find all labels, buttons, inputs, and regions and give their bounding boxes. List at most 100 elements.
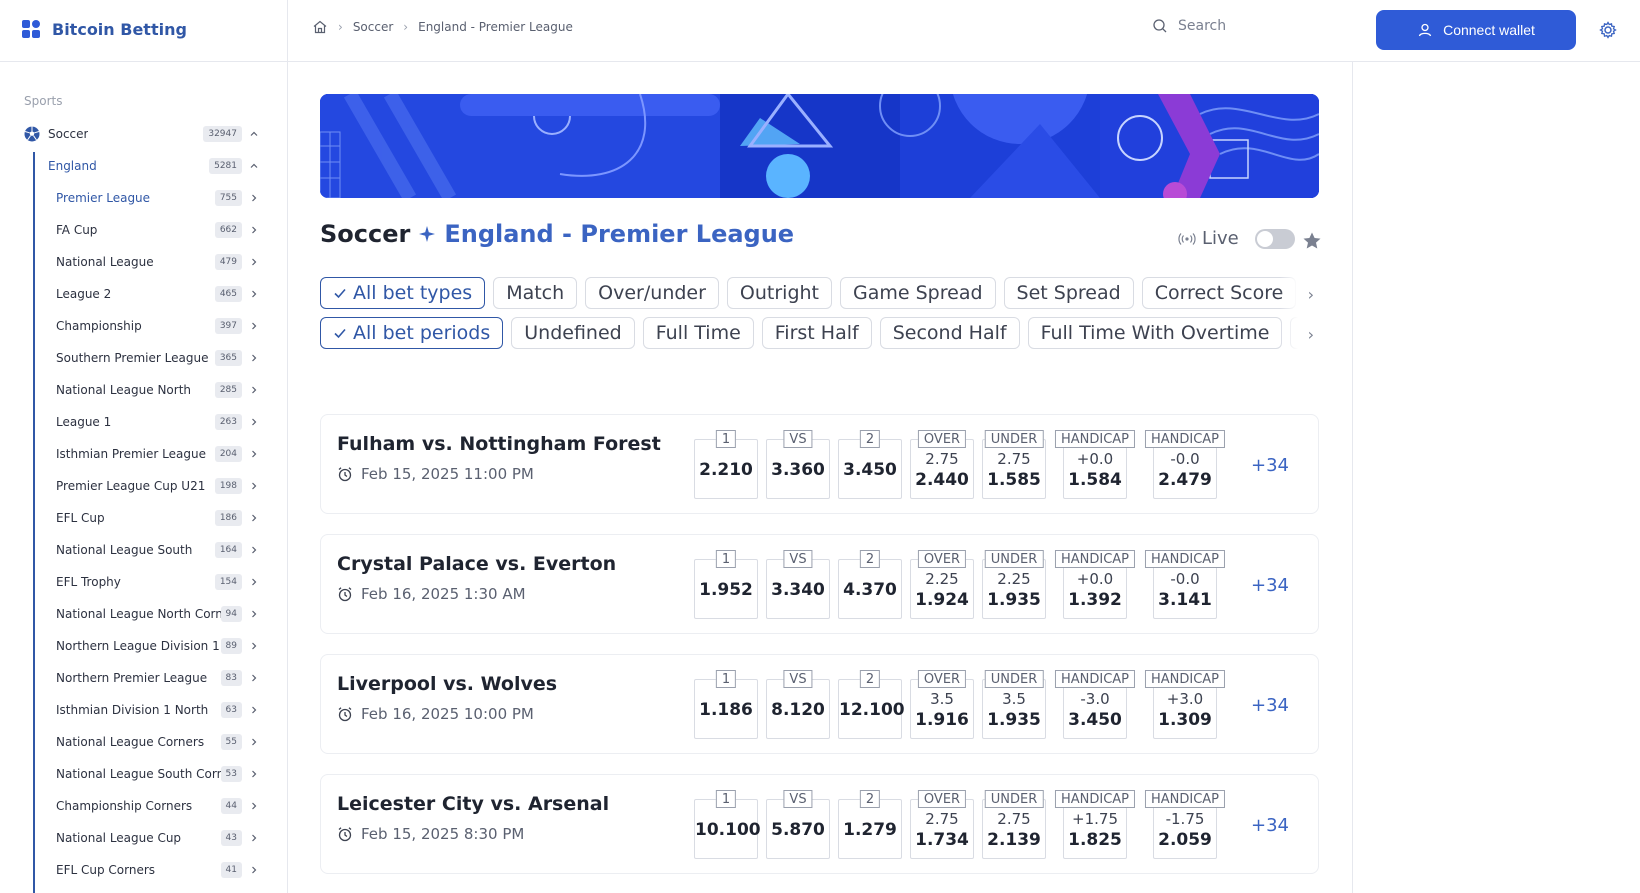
chevron-right-icon[interactable]: [249, 289, 259, 299]
chevron-right-icon[interactable]: [249, 609, 259, 619]
match-name[interactable]: Fulham vs. Nottingham Forest: [337, 433, 661, 455]
sidebar-item-league[interactable]: National League Cup 43: [0, 822, 287, 854]
chevron-right-icon[interactable]: [249, 449, 259, 459]
match-name[interactable]: Leicester City vs. Arsenal: [337, 793, 609, 815]
odds-draw[interactable]: VS 3.360: [766, 430, 830, 499]
chevron-right-icon[interactable]: [249, 225, 259, 235]
odds-over[interactable]: OVER 2.75 2.440: [910, 430, 974, 499]
sidebar-item-league[interactable]: League 2 465: [0, 278, 287, 310]
sidebar-item-league[interactable]: Isthmian Division 1 North 63: [0, 694, 287, 726]
scroll-right-icon[interactable]: ›: [1280, 277, 1320, 311]
sidebar-item-league[interactable]: National League North Corners94: [0, 598, 287, 630]
sidebar-item-league[interactable]: League 1 263: [0, 406, 287, 438]
filter-chip[interactable]: Full Time: [642, 317, 754, 349]
match-name[interactable]: Liverpool vs. Wolves: [337, 673, 557, 695]
chevron-right-icon[interactable]: [249, 481, 259, 491]
filter-chip[interactable]: Game Spread: [840, 277, 996, 309]
sidebar-item-league[interactable]: Isthmian Premier League 204: [0, 438, 287, 470]
breadcrumb-league[interactable]: England - Premier League: [418, 20, 573, 34]
match-card[interactable]: Liverpool vs. Wolves Feb 16, 2025 10:00 P…: [320, 654, 1319, 754]
odds-under[interactable]: UNDER 3.5 1.935: [982, 670, 1046, 739]
sidebar-item-league[interactable]: Premier League Cup U21 198: [0, 470, 287, 502]
odds-handicap-away[interactable]: HANDICAP -0.0 3.141: [1144, 550, 1226, 619]
sidebar-item-league[interactable]: National League 479: [0, 246, 287, 278]
odds-handicap-away[interactable]: HANDICAP +3.0 1.309: [1144, 670, 1226, 739]
sidebar-item-league[interactable]: Northern League Division 1 89: [0, 630, 287, 662]
odds-handicap-away[interactable]: HANDICAP -0.0 2.479: [1144, 430, 1226, 499]
odds-home[interactable]: 1 2.210: [694, 430, 758, 499]
sidebar-item-league[interactable]: EFL Cup Corners 41: [0, 854, 287, 886]
sidebar-item-league[interactable]: National League North 285: [0, 374, 287, 406]
brand-logo[interactable]: Bitcoin Betting: [22, 17, 187, 41]
odds-draw[interactable]: VS 8.120: [766, 670, 830, 739]
odds-home[interactable]: 1 1.952: [694, 550, 758, 619]
sidebar-item-england[interactable]: England 5281: [0, 150, 287, 182]
chevron-right-icon[interactable]: [249, 385, 259, 395]
filter-chip[interactable]: Set Spread: [1003, 277, 1134, 309]
sidebar-item-league[interactable]: Championship 397: [0, 310, 287, 342]
sidebar-item-league[interactable]: Premier League 755: [0, 182, 287, 214]
all-bet-periods-chip[interactable]: All bet periods: [320, 317, 504, 349]
chevron-right-icon[interactable]: [249, 641, 259, 651]
sidebar-item-league[interactable]: EFL Trophy 154: [0, 566, 287, 598]
odds-handicap-home[interactable]: HANDICAP +0.0 1.392: [1054, 550, 1136, 619]
chevron-right-icon[interactable]: [249, 321, 259, 331]
chevron-right-icon[interactable]: [249, 193, 259, 203]
favorite-star-icon[interactable]: [1302, 231, 1322, 251]
breadcrumb-sport[interactable]: Soccer: [353, 20, 393, 34]
more-markets-link[interactable]: +34: [1251, 815, 1289, 836]
filter-chip[interactable]: Match: [493, 277, 578, 309]
chevron-right-icon[interactable]: [249, 737, 259, 747]
chevron-up-icon[interactable]: [249, 129, 259, 139]
sidebar-item-league[interactable]: EFL Cup 186: [0, 502, 287, 534]
match-card[interactable]: Fulham vs. Nottingham Forest Feb 15, 2025…: [320, 414, 1319, 514]
more-markets-link[interactable]: +34: [1251, 575, 1289, 596]
chevron-up-icon[interactable]: [249, 161, 259, 171]
live-toggle[interactable]: [1254, 228, 1295, 249]
sidebar-item-league[interactable]: Northern Premier League 83: [0, 662, 287, 694]
chevron-right-icon[interactable]: [249, 833, 259, 843]
filter-chip[interactable]: Over/under: [585, 277, 719, 309]
odds-draw[interactable]: VS 5.870: [766, 790, 830, 859]
search-field[interactable]: Search: [1152, 18, 1226, 34]
odds-away[interactable]: 2 12.100: [838, 670, 905, 739]
match-name[interactable]: Crystal Palace vs. Everton: [337, 553, 616, 575]
odds-draw[interactable]: VS 3.340: [766, 550, 830, 619]
chevron-right-icon[interactable]: [249, 257, 259, 267]
sidebar-item-soccer[interactable]: Soccer 32947: [0, 118, 287, 150]
odds-handicap-home[interactable]: HANDICAP -3.0 3.450: [1054, 670, 1136, 739]
sidebar-item-league[interactable]: FA Cup 662: [0, 214, 287, 246]
chevron-right-icon[interactable]: [249, 417, 259, 427]
sidebar-item-league[interactable]: Championship Corners 44: [0, 790, 287, 822]
chevron-right-icon[interactable]: [249, 801, 259, 811]
chevron-right-icon[interactable]: [249, 545, 259, 555]
chevron-right-icon[interactable]: [249, 705, 259, 715]
match-card[interactable]: Crystal Palace vs. Everton Feb 16, 2025 1…: [320, 534, 1319, 634]
odds-handicap-away[interactable]: HANDICAP -1.75 2.059: [1144, 790, 1226, 859]
odds-over[interactable]: OVER 2.25 1.924: [910, 550, 974, 619]
all-bet-types-chip[interactable]: All bet types: [320, 277, 486, 309]
filter-chip[interactable]: Correct Score: [1141, 277, 1297, 309]
filter-chip[interactable]: Full Time With Overtime: [1027, 317, 1283, 349]
scroll-right-icon[interactable]: ›: [1280, 317, 1320, 351]
odds-away[interactable]: 2 4.370: [838, 550, 902, 619]
odds-over[interactable]: OVER 2.75 1.734: [910, 790, 974, 859]
chevron-right-icon[interactable]: [249, 673, 259, 683]
chevron-right-icon[interactable]: [249, 353, 259, 363]
odds-over[interactable]: OVER 3.5 1.916: [910, 670, 974, 739]
odds-under[interactable]: UNDER 2.25 1.935: [982, 550, 1046, 619]
home-icon[interactable]: [312, 19, 328, 35]
more-markets-link[interactable]: +34: [1251, 695, 1289, 716]
odds-home[interactable]: 1 10.100: [694, 790, 761, 859]
odds-under[interactable]: UNDER 2.75 2.139: [982, 790, 1046, 859]
sidebar-item-league[interactable]: National League South 164: [0, 534, 287, 566]
chevron-right-icon[interactable]: [249, 865, 259, 875]
odds-home[interactable]: 1 1.186: [694, 670, 758, 739]
sidebar-item-league[interactable]: National League South Corners53: [0, 758, 287, 790]
more-markets-link[interactable]: +34: [1251, 455, 1289, 476]
odds-under[interactable]: UNDER 2.75 1.585: [982, 430, 1046, 499]
filter-chip[interactable]: Second Half: [879, 317, 1020, 349]
connect-wallet-button[interactable]: Connect wallet: [1376, 10, 1576, 50]
filter-chip[interactable]: Outright: [726, 277, 833, 309]
odds-handicap-home[interactable]: HANDICAP +1.75 1.825: [1054, 790, 1136, 859]
